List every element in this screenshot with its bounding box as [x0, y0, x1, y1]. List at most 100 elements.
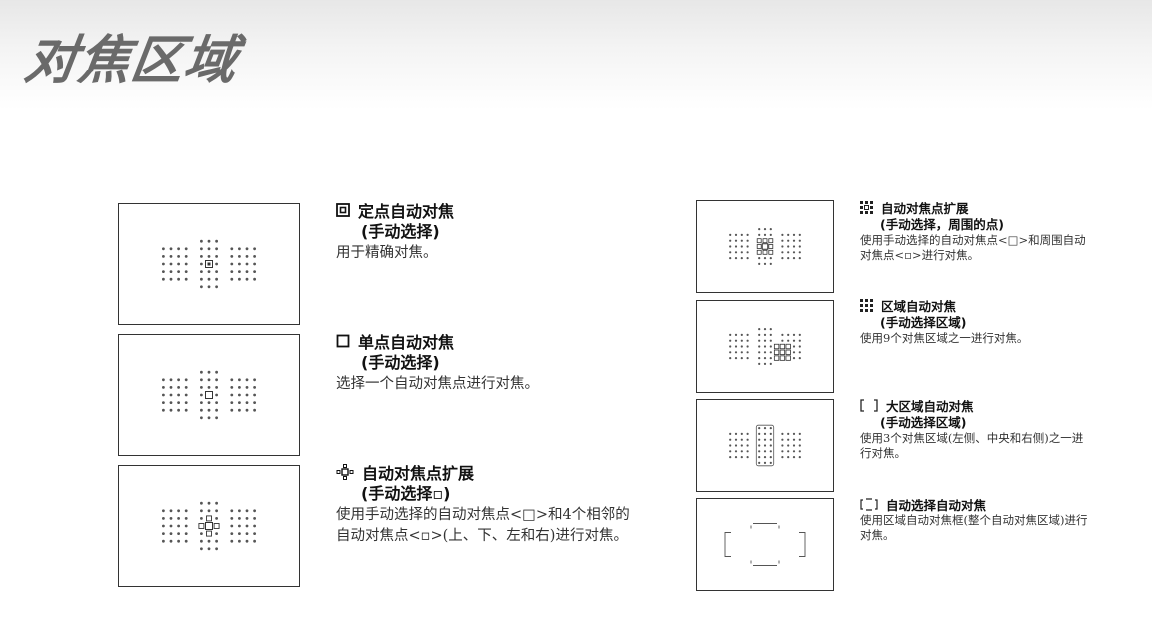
af-point [787, 233, 790, 236]
af-point [740, 432, 743, 435]
af-point [162, 262, 165, 266]
af-point [792, 438, 796, 441]
af-point-selected [762, 238, 768, 244]
af-point [792, 444, 796, 447]
af-point [763, 432, 767, 435]
af-point [798, 444, 801, 447]
af-point [729, 233, 732, 236]
af-point [734, 333, 738, 336]
af-point [746, 333, 749, 336]
af-point [238, 401, 241, 404]
af-point-selected [206, 530, 212, 537]
af-point [169, 247, 173, 251]
af-point [740, 345, 743, 348]
mode-description: 用于精确对焦。 [336, 245, 438, 261]
af-point [763, 257, 767, 260]
af-point [207, 401, 211, 404]
af-point [184, 393, 188, 397]
af-point-selected [756, 244, 762, 249]
af-point-selected [756, 238, 762, 244]
af-point [798, 357, 801, 360]
af-point [184, 255, 188, 258]
af-point [740, 438, 743, 441]
af-point [740, 333, 743, 336]
af-point [729, 339, 732, 342]
mode-description: 使用手动选择的自动对焦点<□>和4个相邻的自动对焦点<▫>(上、下、左和右)进行… [336, 507, 630, 544]
af-point [245, 277, 249, 281]
af-point [238, 262, 241, 266]
af-point [781, 333, 784, 336]
af-point [769, 427, 772, 430]
af-point [781, 239, 784, 242]
af-point [763, 461, 767, 464]
af-point [162, 509, 165, 513]
af-point [792, 345, 796, 348]
mode-title: 自动对焦点扩展 [362, 464, 475, 483]
af-point [734, 456, 738, 459]
af-point [215, 285, 218, 289]
af-point [177, 408, 180, 412]
af-point [207, 370, 211, 374]
af-point [763, 339, 767, 342]
af-diagram-large-zone [696, 399, 834, 492]
af-point [781, 233, 784, 236]
af-point [763, 233, 767, 236]
af-point [734, 257, 738, 260]
af-point [740, 450, 743, 453]
large-zone-af-icon [860, 399, 878, 412]
af-point [207, 270, 211, 273]
af-point [740, 357, 743, 360]
af-point [740, 339, 743, 342]
af-point [215, 270, 218, 273]
af-point [238, 539, 241, 543]
af-point-selected [785, 343, 791, 350]
af-point [781, 245, 784, 248]
af-point [734, 357, 738, 360]
af-point [215, 239, 218, 243]
af-diagram-auto-selection [696, 498, 834, 591]
af-point [207, 408, 211, 412]
af-point [184, 524, 188, 528]
af-point [162, 277, 165, 281]
af-point [238, 517, 241, 520]
af-point [230, 262, 234, 266]
af-point [200, 386, 203, 389]
af-point [162, 255, 165, 258]
af-point [734, 432, 738, 435]
mode-subtitle: (手动选择) [361, 222, 440, 241]
af-point [758, 262, 761, 265]
af-point [758, 339, 761, 342]
af-point [253, 393, 256, 397]
af-point [792, 351, 796, 354]
af-point [238, 524, 241, 528]
af-point [207, 547, 211, 551]
af-point [763, 262, 767, 265]
af-point [740, 351, 743, 354]
af-point [729, 245, 732, 248]
af-point [758, 257, 761, 260]
af-point [729, 456, 732, 459]
af-point [729, 450, 732, 453]
mode-subtitle: (手动选择，周围的点) [880, 217, 1004, 232]
af-point [238, 532, 241, 535]
af-point-selected [198, 523, 205, 529]
af-point [781, 456, 784, 459]
af-point [169, 386, 173, 389]
af-point [746, 432, 749, 435]
af-point [215, 517, 218, 520]
af-point [200, 393, 203, 397]
af-point [177, 262, 180, 266]
af-point-expansion-surround-icon [860, 201, 873, 214]
mode-subtitle: (手动选择) [361, 353, 440, 372]
af-point [253, 255, 256, 258]
af-point [792, 245, 796, 248]
af-point [169, 378, 173, 382]
mode-title: 自动选择自动对焦 [886, 498, 987, 513]
af-point [758, 345, 761, 348]
af-point [215, 386, 218, 389]
af-point [230, 255, 234, 258]
af-point [758, 333, 761, 336]
af-point [162, 408, 165, 412]
frame-center-corners [750, 525, 780, 564]
af-point-selected [762, 249, 768, 255]
